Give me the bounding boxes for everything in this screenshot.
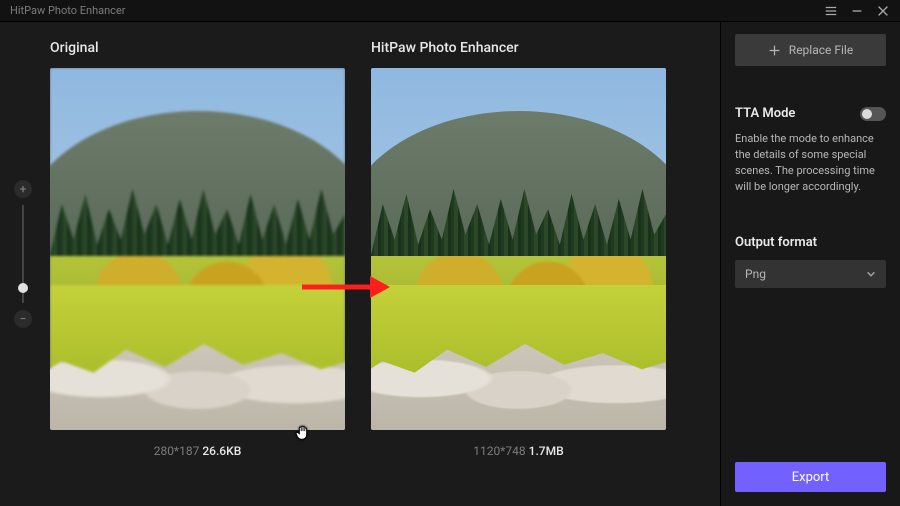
plus-icon: [768, 44, 781, 57]
close-button[interactable]: [872, 1, 894, 21]
title-bar: HitPaw Photo Enhancer: [0, 0, 900, 22]
original-dimensions: 280*187: [154, 444, 200, 458]
output-format-select[interactable]: Png: [735, 260, 886, 288]
zoom-track[interactable]: [22, 205, 24, 303]
tta-toggle[interactable]: [860, 107, 886, 121]
compare-pane: + − Original 280*187 26.6KB HitPaw Photo…: [0, 22, 720, 506]
original-image[interactable]: [50, 68, 345, 430]
enhanced-meta: 1120*748 1.7MB: [371, 444, 666, 458]
replace-file-label: Replace File: [789, 43, 853, 57]
settings-sidebar: Replace File TTA Mode Enable the mode to…: [720, 22, 900, 506]
enhanced-column: HitPaw Photo Enhancer 1120*748 1.7MB: [371, 40, 666, 506]
window-controls: [820, 1, 894, 21]
tta-label: TTA Mode: [735, 106, 795, 121]
minimize-button[interactable]: [846, 1, 868, 21]
output-format-label: Output format: [735, 235, 886, 250]
original-heading: Original: [50, 40, 345, 56]
zoom-out-button[interactable]: −: [14, 310, 32, 328]
output-format-section: Output format Png: [735, 235, 886, 288]
hamburger-menu-icon[interactable]: [820, 1, 842, 21]
original-meta: 280*187 26.6KB: [50, 444, 345, 458]
output-format-value: Png: [745, 267, 766, 281]
enhanced-filesize: 1.7MB: [529, 444, 564, 458]
tta-description: Enable the mode to enhance the details o…: [735, 131, 886, 195]
tta-section: TTA Mode Enable the mode to enhance the …: [735, 106, 886, 195]
original-filesize: 26.6KB: [202, 444, 241, 458]
app-title: HitPaw Photo Enhancer: [10, 4, 126, 17]
zoom-in-button[interactable]: +: [14, 180, 32, 198]
chevron-down-icon: [866, 269, 876, 279]
enhanced-dimensions: 1120*748: [473, 444, 525, 458]
export-label: Export: [792, 470, 830, 485]
zoom-thumb[interactable]: [18, 283, 28, 293]
export-button[interactable]: Export: [735, 462, 886, 492]
replace-file-button[interactable]: Replace File: [735, 34, 886, 66]
enhanced-image[interactable]: [371, 68, 666, 430]
enhanced-heading: HitPaw Photo Enhancer: [371, 40, 666, 56]
hand-cursor-icon: [294, 423, 312, 441]
zoom-slider: + −: [14, 180, 32, 328]
